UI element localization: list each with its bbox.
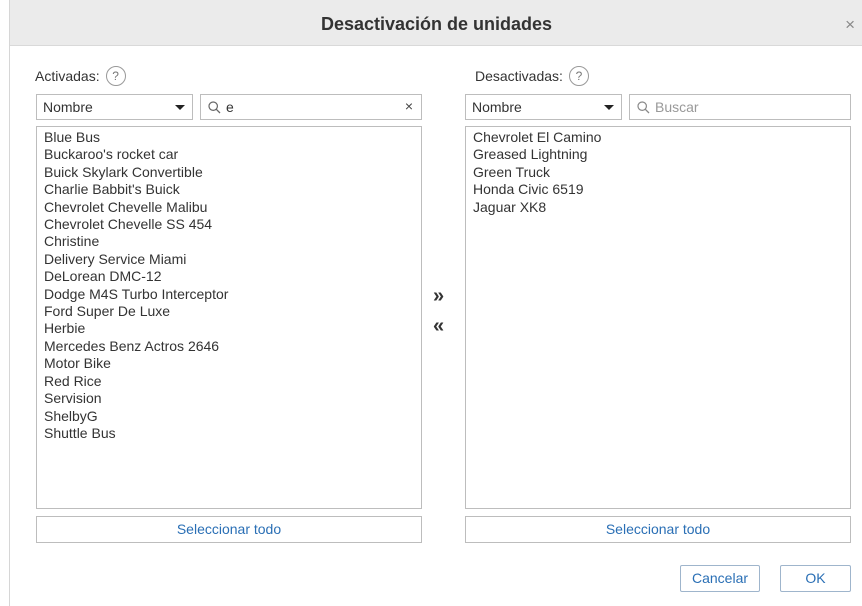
search-icon: [208, 101, 221, 114]
activated-select-all-button[interactable]: Seleccionar todo: [36, 516, 422, 543]
list-item[interactable]: Servision: [44, 390, 421, 407]
list-item[interactable]: DeLorean DMC-12: [44, 268, 421, 285]
list-item[interactable]: Blue Bus: [44, 129, 421, 146]
deactivated-sort-select[interactable]: Nombre: [465, 94, 622, 120]
activated-units-list[interactable]: Blue Bus Buckaroo's rocket car Buick Sky…: [36, 126, 422, 509]
list-item[interactable]: Buckaroo's rocket car: [44, 146, 421, 163]
list-item[interactable]: Red Rice: [44, 373, 421, 390]
list-item[interactable]: Jaguar XK8: [473, 199, 850, 216]
list-item[interactable]: Christine: [44, 233, 421, 250]
chevron-down-icon: [604, 105, 614, 110]
close-icon[interactable]: ×: [845, 16, 855, 33]
list-item[interactable]: Charlie Babbit's Buick: [44, 181, 421, 198]
list-item[interactable]: Chevrolet Chevelle SS 454: [44, 216, 421, 233]
list-item[interactable]: Mercedes Benz Actros 2646: [44, 338, 421, 355]
help-icon[interactable]: ?: [105, 66, 126, 86]
unit-deactivation-dialog: Desactivación de unidades × Activadas: ?…: [9, 0, 862, 606]
deactivated-units-list[interactable]: Chevrolet El Camino Greased Lightning Gr…: [465, 126, 851, 509]
list-item[interactable]: Shuttle Bus: [44, 425, 421, 442]
dialog-title: Desactivación de unidades: [320, 14, 553, 34]
dialog-titlebar: Desactivación de unidades ×: [10, 0, 862, 46]
activated-sort-select[interactable]: Nombre: [36, 94, 193, 120]
move-right-icon[interactable]: »: [433, 286, 444, 306]
list-item[interactable]: Honda Civic 6519: [473, 181, 850, 198]
activated-search-value: e: [226, 99, 234, 115]
activated-sort-value: Nombre: [43, 99, 93, 115]
activated-label: Activadas:: [35, 68, 100, 84]
deactivated-label-row: Desactivadas: ?: [475, 66, 589, 86]
cancel-button[interactable]: Cancelar: [680, 565, 760, 592]
list-item[interactable]: Buick Skylark Convertible: [44, 164, 421, 181]
deactivated-select-all-button[interactable]: Seleccionar todo: [465, 516, 851, 543]
search-placeholder: Buscar: [655, 99, 699, 115]
list-item[interactable]: ShelbyG: [44, 408, 421, 425]
list-item[interactable]: Dodge M4S Turbo Interceptor: [44, 286, 421, 303]
deactivated-sort-value: Nombre: [472, 99, 522, 115]
deactivated-search-input[interactable]: Buscar: [629, 94, 851, 120]
chevron-down-icon: [175, 105, 185, 110]
deactivated-label: Desactivadas:: [475, 68, 563, 84]
activated-search-input[interactable]: e ×: [200, 94, 422, 120]
clear-search-icon[interactable]: ×: [405, 98, 413, 114]
list-item[interactable]: Delivery Service Miami: [44, 251, 421, 268]
list-item[interactable]: Herbie: [44, 320, 421, 337]
list-item[interactable]: Ford Super De Luxe: [44, 303, 421, 320]
help-icon[interactable]: ?: [568, 66, 589, 86]
ok-button[interactable]: OK: [780, 565, 851, 592]
list-item[interactable]: Chevrolet Chevelle Malibu: [44, 199, 421, 216]
list-item[interactable]: Greased Lightning: [473, 146, 850, 163]
list-item[interactable]: Green Truck: [473, 164, 850, 181]
list-item[interactable]: Motor Bike: [44, 355, 421, 372]
list-item[interactable]: Chevrolet El Camino: [473, 129, 850, 146]
activated-label-row: Activadas: ?: [35, 66, 126, 86]
move-left-icon[interactable]: «: [433, 316, 444, 336]
search-icon: [637, 101, 650, 114]
